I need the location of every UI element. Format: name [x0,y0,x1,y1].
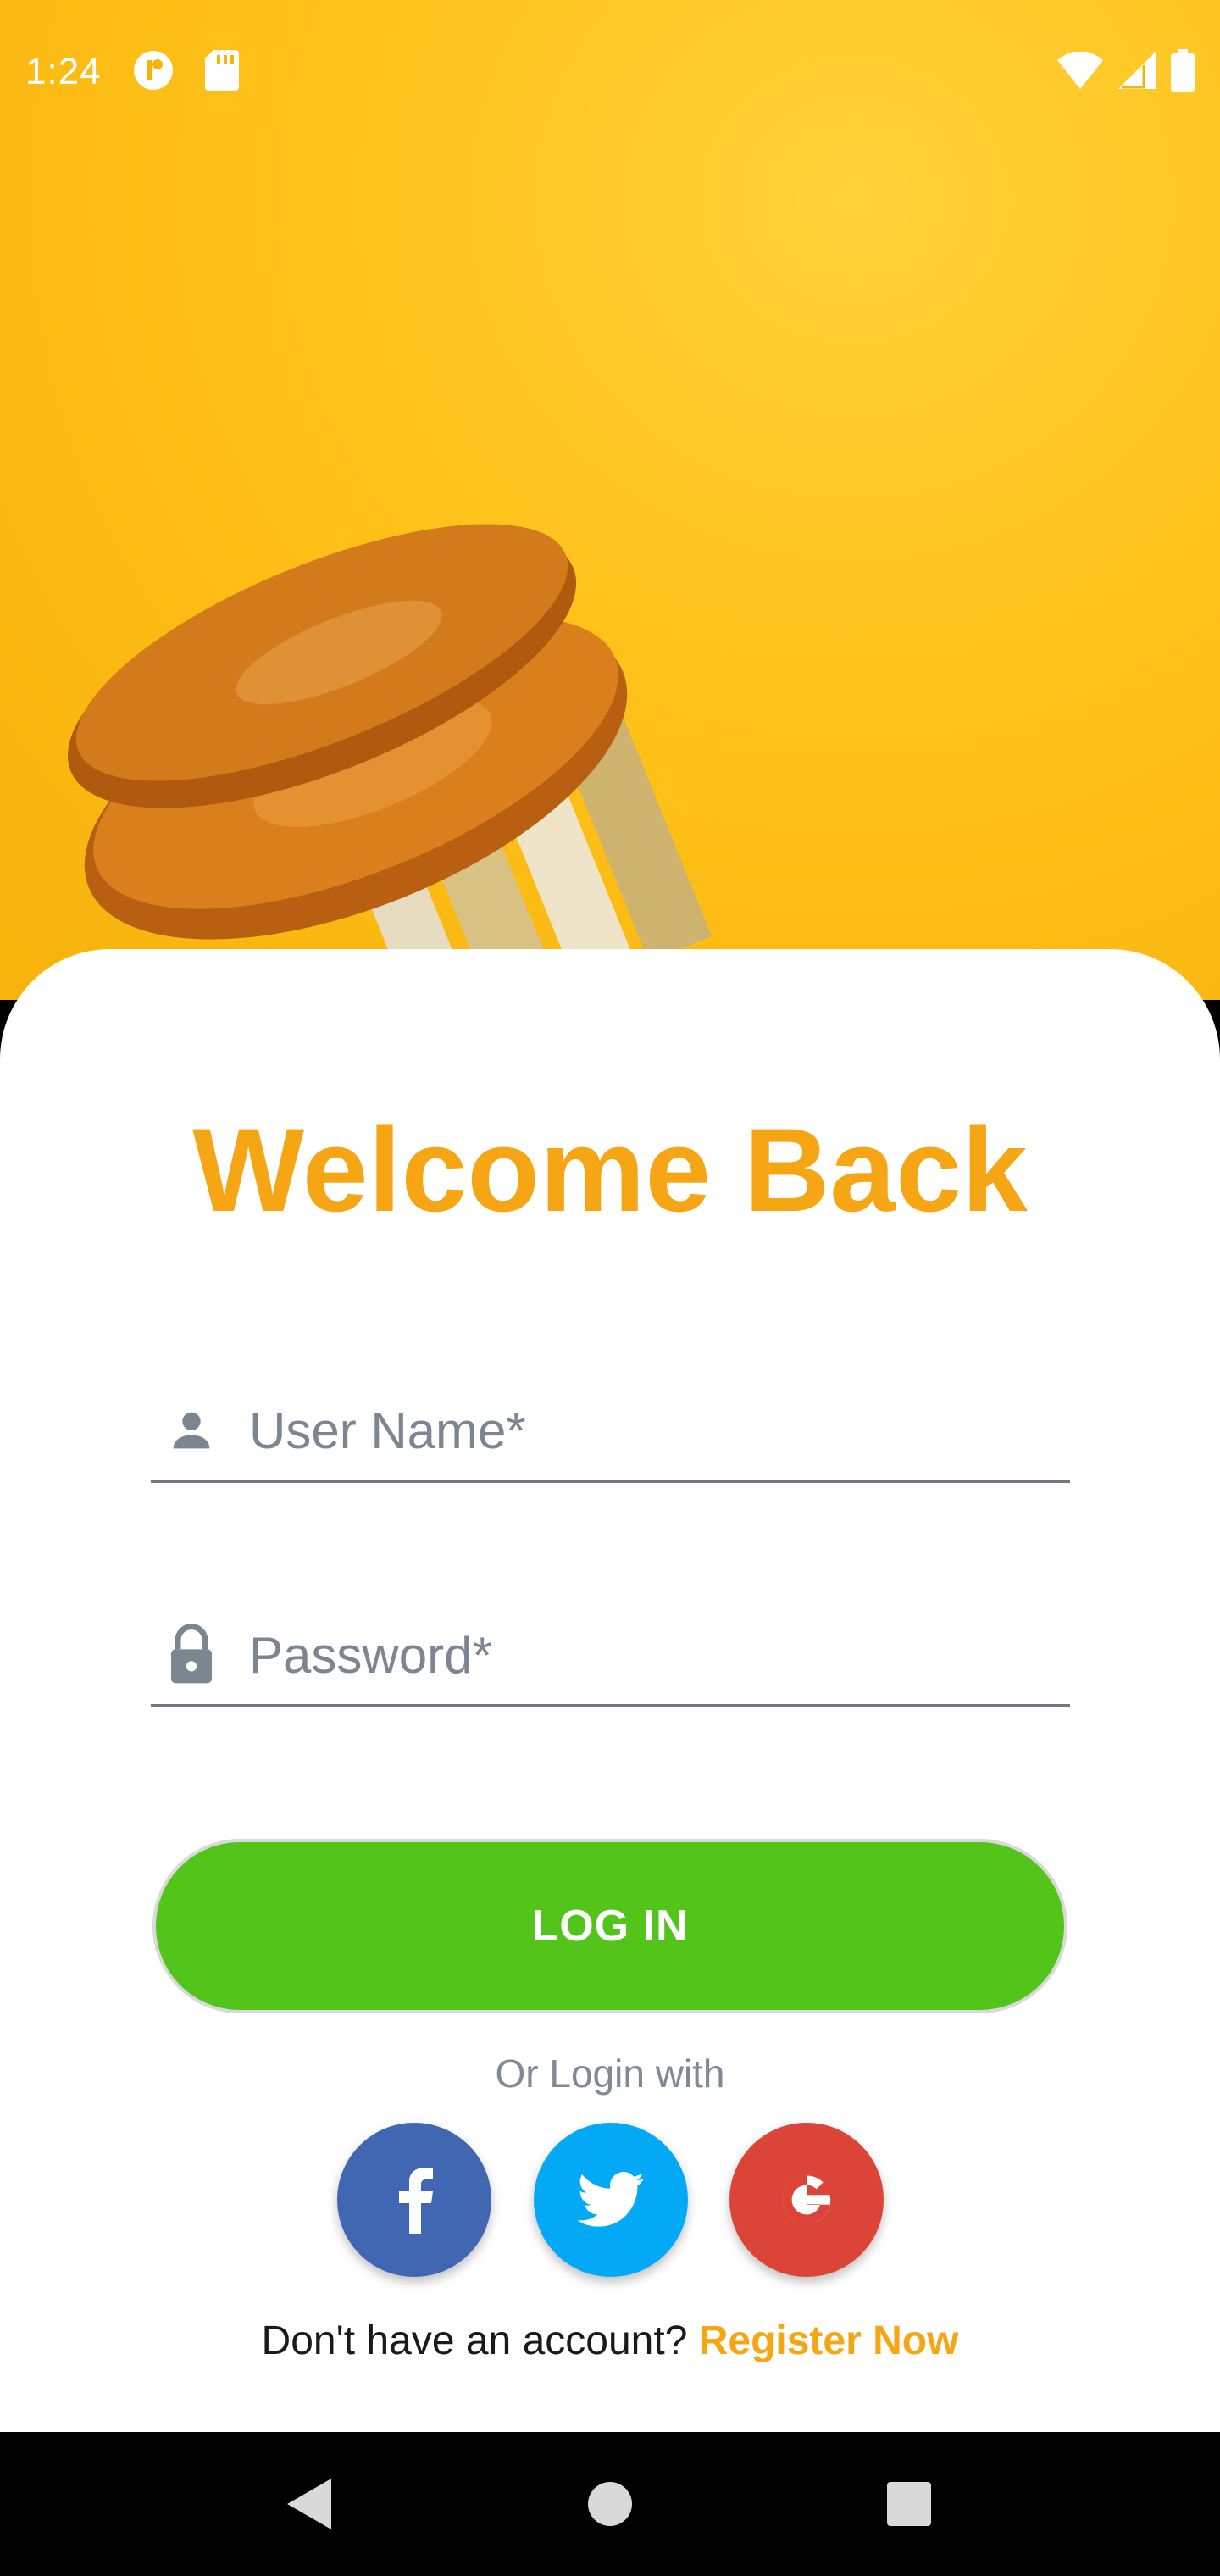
register-row: Don't have an account? Register Now [0,2318,1220,2364]
login-button[interactable]: LOG IN [152,1839,1068,2013]
page-title: Welcome Back [192,1103,1028,1236]
person-icon [158,1396,225,1464]
recents-icon[interactable] [871,2466,947,2542]
twitter-login-button[interactable] [534,2123,688,2277]
google-login-button[interactable] [729,2123,884,2277]
donut-stack-illustration [67,524,713,1000]
signal-icon [1118,51,1156,93]
password-input[interactable] [249,1625,1070,1685]
system-nav-bar [0,2432,1220,2576]
lock-icon [158,1621,225,1689]
facebook-login-button[interactable] [337,2123,491,2277]
status-time: 1:24 [25,51,102,92]
home-icon[interactable] [572,2466,648,2542]
username-field[interactable] [151,1381,1070,1483]
username-input[interactable] [249,1401,1070,1460]
google-icon [782,2175,831,2224]
wifi-icon [1057,50,1103,93]
status-bar: 1:24 [0,0,1220,144]
notification-badge-icon [132,49,175,96]
battery-icon [1171,48,1195,96]
no-account-text: Don't have an account? [261,2318,699,2363]
or-login-with-label: Or Login with [495,2051,725,2096]
password-field[interactable] [151,1606,1070,1707]
facebook-icon [399,2168,433,2234]
hero-image [0,0,1220,1000]
twitter-icon [577,2172,645,2227]
sd-card-icon [204,49,239,95]
back-icon[interactable] [273,2466,349,2542]
register-now-link[interactable]: Register Now [699,2318,959,2363]
